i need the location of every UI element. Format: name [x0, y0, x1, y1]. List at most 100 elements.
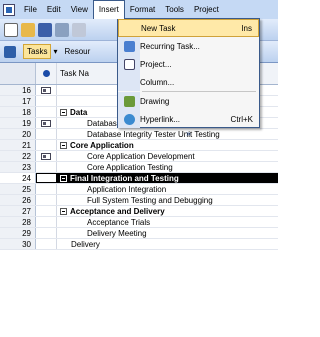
menu-item-label: Recurring Task... — [140, 41, 200, 51]
drawing-icon — [123, 95, 135, 107]
task-name-cell[interactable]: Core Application Testing — [57, 162, 278, 172]
menu-item-label: Column... — [140, 77, 175, 87]
menu-item-label: New Task — [141, 23, 176, 33]
open-icon[interactable] — [21, 22, 35, 37]
task-name-cell[interactable]: Final Integration and Testing — [57, 173, 278, 183]
task-row[interactable]: 29 Delivery Meeting — [0, 228, 278, 239]
task-name-cell[interactable]: Core Application — [57, 140, 278, 150]
row-id[interactable]: 17 — [0, 96, 36, 106]
row-indicator — [36, 85, 57, 95]
row-id[interactable]: 28 — [0, 217, 36, 227]
calendar-icon — [41, 120, 51, 127]
collapse-toggle-icon[interactable] — [60, 175, 67, 182]
print-icon[interactable] — [55, 22, 69, 37]
indicators-header[interactable] — [36, 63, 57, 84]
task-name-cell[interactable]: Delivery — [57, 239, 278, 249]
row-id[interactable]: 27 — [0, 206, 36, 216]
menu-item-shortcut: Ctrl+K — [230, 114, 253, 124]
menu-file[interactable]: File — [19, 1, 42, 18]
row-id[interactable]: 25 — [0, 184, 36, 194]
menu-format[interactable]: Format — [125, 1, 160, 18]
menu-item-label: Project... — [140, 59, 172, 69]
row-id[interactable]: 22 — [0, 151, 36, 161]
menu-item-hyperlink[interactable]: Hyperlink... Ctrl+K — [118, 110, 259, 128]
select-all-cell[interactable] — [0, 63, 36, 84]
task-name-cell[interactable]: Acceptance and Delivery — [57, 206, 278, 216]
task-name-cell[interactable]: Acceptance Trials — [57, 217, 278, 227]
menu-tools[interactable]: Tools — [160, 1, 189, 18]
task-row[interactable]: 30 Delivery — [0, 239, 278, 250]
task-name-text: Application Integration — [87, 185, 167, 194]
collapse-toggle-icon[interactable] — [60, 109, 67, 116]
menu-view[interactable]: View — [66, 1, 93, 18]
task-name-cell[interactable]: Full System Testing and Debugging — [57, 195, 278, 205]
row-indicator — [36, 195, 57, 205]
row-indicator — [36, 129, 57, 139]
row-id[interactable]: 29 — [0, 228, 36, 238]
row-id[interactable]: 23 — [0, 162, 36, 172]
preview-icon[interactable] — [72, 22, 86, 37]
row-id[interactable]: 21 — [0, 140, 36, 150]
collapse-toggle-icon[interactable] — [60, 208, 67, 215]
task-name-text: Core Application Development — [87, 152, 195, 161]
row-id[interactable]: 20 — [0, 129, 36, 139]
row-id[interactable]: 30 — [0, 239, 36, 249]
task-name-cell[interactable]: Core Application Development — [57, 151, 278, 161]
task-row[interactable]: 27 Acceptance and Delivery — [0, 206, 278, 217]
task-row[interactable]: 26 Full System Testing and Debugging — [0, 195, 278, 206]
collapse-toggle-icon[interactable] — [60, 142, 67, 149]
menu-item-project[interactable]: Project... — [118, 55, 259, 73]
row-indicator — [36, 239, 57, 249]
project-icon — [123, 58, 135, 70]
task-name-text: Acceptance and Delivery — [70, 207, 165, 216]
app-icon[interactable] — [3, 3, 15, 16]
task-row[interactable]: 24 Final Integration and Testing — [0, 173, 278, 184]
row-indicator — [36, 173, 57, 183]
menu-item-label: Hyperlink... — [140, 114, 181, 124]
row-indicator — [36, 206, 57, 216]
menu-expand-chevron-icon[interactable]: » — [118, 128, 259, 140]
task-row[interactable]: 23 Core Application Testing — [0, 162, 278, 173]
row-indicator — [36, 184, 57, 194]
tasks-button[interactable]: Tasks — [23, 44, 52, 59]
menu-project[interactable]: Project — [189, 1, 224, 18]
row-indicator — [36, 140, 57, 150]
task-name-text: Core Application Testing — [87, 163, 173, 172]
task-row[interactable]: 22 Core Application Development — [0, 151, 278, 162]
row-id[interactable]: 18 — [0, 107, 36, 117]
menu-item-new-task[interactable]: New Task Ins — [118, 19, 259, 37]
row-id[interactable]: 16 — [0, 85, 36, 95]
tasks-dropdown-icon[interactable]: ▾ — [53, 47, 57, 56]
menu-item-recurring-task[interactable]: Recurring Task... — [118, 37, 259, 55]
resources-button[interactable]: Resour — [61, 45, 93, 58]
task-name-cell[interactable]: Application Integration — [57, 184, 278, 194]
new-icon[interactable] — [4, 22, 18, 37]
task-row[interactable]: 21 Core Application — [0, 140, 278, 151]
task-name-text: Acceptance Trials — [87, 218, 151, 227]
recurring-task-icon — [123, 40, 135, 52]
task-row[interactable]: 25 Application Integration — [0, 184, 278, 195]
menu-edit[interactable]: Edit — [42, 1, 66, 18]
menu-item-column[interactable]: Column... — [118, 73, 259, 91]
row-indicator — [36, 151, 57, 161]
row-indicator — [36, 118, 57, 128]
task-name-text: Data — [70, 108, 88, 117]
menu-insert[interactable]: Insert — [92, 0, 125, 19]
insert-menu-dropdown: New Task Ins Recurring Task... Project..… — [117, 18, 260, 138]
view-bar-icon[interactable] — [4, 45, 16, 58]
menu-item-drawing[interactable]: Drawing — [118, 92, 259, 110]
calendar-icon — [41, 153, 51, 160]
save-icon[interactable] — [38, 22, 52, 37]
row-indicator — [36, 107, 57, 117]
menu-item-shortcut: Ins — [241, 23, 252, 33]
task-name-text: Delivery — [71, 240, 100, 249]
menu-item-label: Drawing — [140, 96, 170, 106]
row-indicator — [36, 96, 57, 106]
row-id[interactable]: 24 — [0, 173, 36, 183]
hyperlink-icon — [123, 113, 135, 125]
task-name-cell[interactable]: Delivery Meeting — [57, 228, 278, 238]
row-id[interactable]: 19 — [0, 118, 36, 128]
row-id[interactable]: 26 — [0, 195, 36, 205]
info-icon — [42, 70, 50, 77]
task-row[interactable]: 28 Acceptance Trials — [0, 217, 278, 228]
